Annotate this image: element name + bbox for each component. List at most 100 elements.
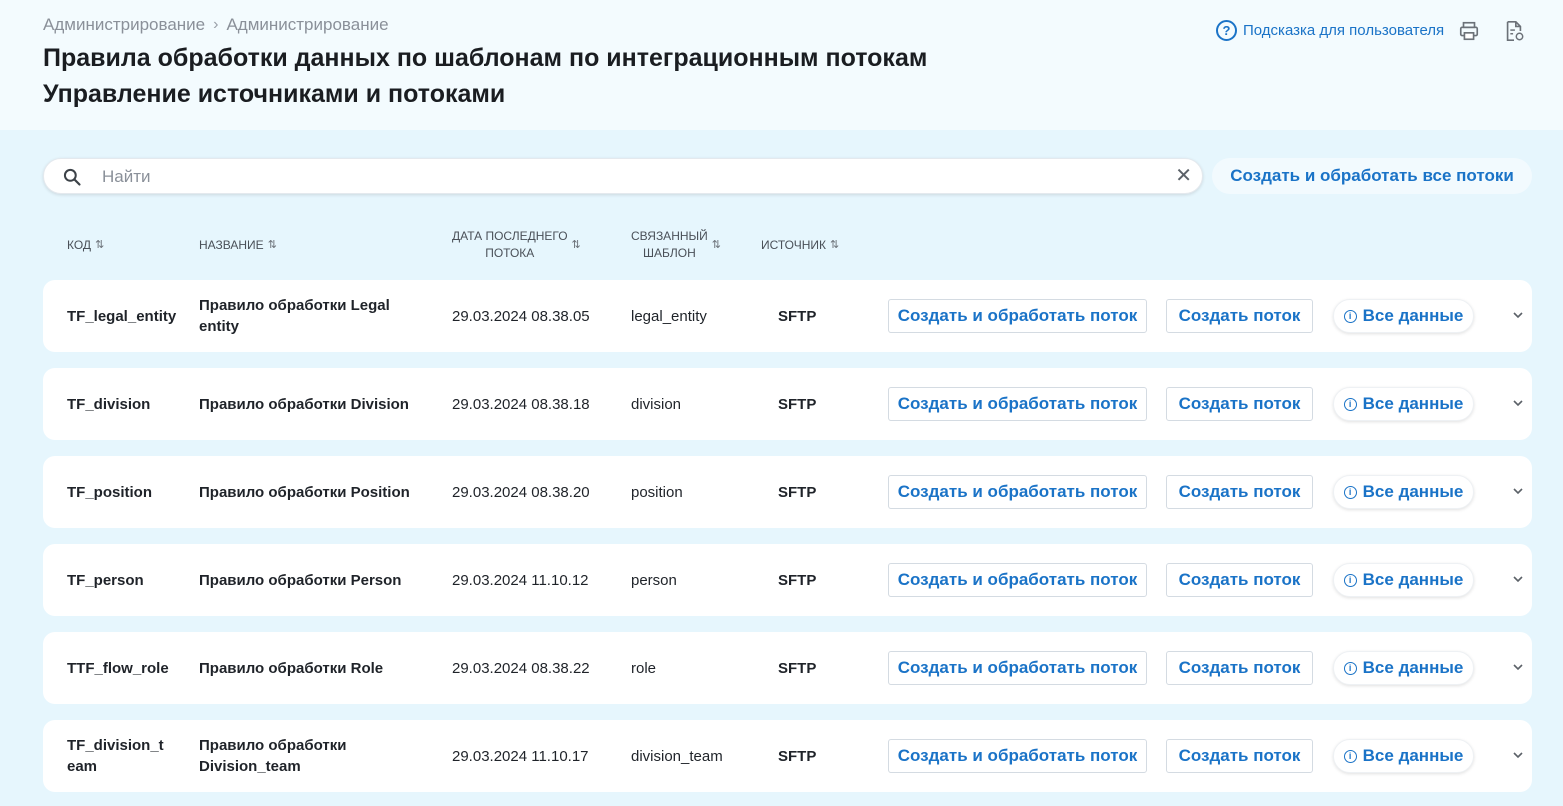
row-template: person [631, 572, 677, 589]
help-label: Подсказка для пользователя [1243, 22, 1445, 39]
row-date: 29.03.2024 08.38.18 [452, 396, 590, 413]
row-name: Правило обработки Division_team [199, 737, 347, 775]
create-process-flow-button[interactable]: Создать и обработать поток [888, 387, 1147, 421]
all-data-button[interactable]: i Все данные [1333, 299, 1474, 333]
document-refresh-icon[interactable] [1503, 20, 1525, 42]
create-process-flow-button[interactable]: Создать и обработать поток [888, 475, 1147, 509]
all-data-button[interactable]: i Все данные [1333, 739, 1474, 773]
all-data-label: Все данные [1362, 482, 1464, 501]
create-process-all-button[interactable]: Создать и обработать все потоки [1212, 158, 1532, 194]
table-row: TTF_flow_role Правило обработки Role 29.… [43, 632, 1532, 704]
table-row: TF_position Правило обработки Position 2… [43, 456, 1532, 528]
create-process-flow-button[interactable]: Создать и обработать поток [888, 739, 1147, 773]
search-input[interactable] [100, 161, 1164, 193]
row-code: TF_person [67, 572, 144, 589]
row-template: division [631, 396, 682, 413]
table-row: TF_legal_entity Правило обработки Legal … [43, 280, 1532, 352]
row-name: Правило обработки Role [199, 660, 384, 677]
row-template: legal_entity [631, 308, 707, 325]
row-source: SFTP [778, 660, 817, 677]
column-header-date[interactable]: ДАТА ПОСЛЕДНЕГО ПОТОКА ⇅ [452, 228, 581, 262]
column-header-template[interactable]: СВЯЗАННЫЙ ШАБЛОН ⇅ [631, 228, 721, 262]
row-name: Правило обработки Position [199, 484, 410, 501]
sort-icon: ⇅ [711, 238, 721, 251]
row-template: role [631, 660, 657, 677]
row-template: position [631, 484, 683, 501]
column-header-label: НАЗВАНИЕ [199, 238, 264, 252]
info-icon: i [1343, 309, 1357, 323]
create-flow-button[interactable]: Создать поток [1166, 563, 1313, 597]
all-data-button[interactable]: i Все данные [1333, 387, 1474, 421]
help-link[interactable]: ? Подсказка для пользователя [1216, 20, 1444, 41]
clear-icon[interactable]: ✕ [1175, 165, 1192, 187]
breadcrumb-item[interactable]: Администрирование [43, 15, 205, 35]
row-name: Правило обработки Person [199, 572, 402, 589]
row-name: Правило обработки Legal entity [199, 297, 390, 335]
chevron-down-icon[interactable] [1511, 396, 1525, 410]
all-data-button[interactable]: i Все данные [1333, 563, 1474, 597]
sort-icon: ⇅ [95, 239, 105, 251]
column-header-name[interactable]: НАЗВАНИЕ ⇅ [199, 237, 277, 254]
all-data-button[interactable]: i Все данные [1333, 475, 1474, 509]
page-header: Администрирование › Администрирование Пр… [0, 0, 1563, 130]
row-source: SFTP [778, 748, 817, 765]
info-icon: i [1343, 661, 1357, 675]
create-process-flow-button[interactable]: Создать и обработать поток [888, 563, 1147, 597]
column-header-code[interactable]: КОД ⇅ [67, 237, 104, 254]
create-flow-button[interactable]: Создать поток [1166, 299, 1313, 333]
row-source: SFTP [778, 308, 817, 325]
row-date: 29.03.2024 08.38.20 [452, 484, 590, 501]
info-icon: i [1343, 573, 1357, 587]
create-process-flow-button[interactable]: Создать и обработать поток [888, 651, 1147, 685]
create-flow-button[interactable]: Создать поток [1166, 475, 1313, 509]
all-data-button[interactable]: i Все данные [1333, 651, 1474, 685]
table-row: TF_division_team Правило обработки Divis… [43, 720, 1532, 792]
row-name: Правило обработки Division [199, 396, 409, 413]
column-header-source[interactable]: ИСТОЧНИК ⇅ [761, 237, 839, 254]
row-code: TF_position [67, 484, 152, 501]
row-date: 29.03.2024 08.38.05 [452, 308, 590, 325]
page-title: Правила обработки данных по шаблонам по … [43, 44, 928, 72]
chevron-down-icon[interactable] [1511, 572, 1525, 586]
info-icon: i [1343, 397, 1357, 411]
breadcrumb: Администрирование › Администрирование [43, 15, 389, 35]
column-header-label: СВЯЗАННЫЙ ШАБЛОН [631, 229, 708, 260]
print-icon[interactable] [1458, 20, 1480, 42]
row-source: SFTP [778, 572, 817, 589]
row-code: TTF_flow_role [67, 660, 169, 677]
table-row: TF_person Правило обработки Person 29.03… [43, 544, 1532, 616]
row-date: 29.03.2024 08.38.22 [452, 660, 590, 677]
column-header-label: ДАТА ПОСЛЕДНЕГО ПОТОКА [452, 229, 568, 260]
sort-icon: ⇅ [267, 239, 277, 251]
create-flow-button[interactable]: Создать поток [1166, 651, 1313, 685]
row-source: SFTP [778, 484, 817, 501]
chevron-down-icon[interactable] [1511, 484, 1525, 498]
breadcrumb-item-current[interactable]: Администрирование [226, 15, 388, 35]
row-template: division_team [631, 748, 723, 765]
calendar-sort-icon: ⇅ [571, 238, 581, 251]
table-row: TF_division Правило обработки Division 2… [43, 368, 1532, 440]
create-flow-button[interactable]: Создать поток [1166, 739, 1313, 773]
all-data-label: Все данные [1362, 746, 1464, 765]
create-flow-button[interactable]: Создать поток [1166, 387, 1313, 421]
question-circle-icon: ? [1216, 20, 1237, 41]
all-data-label: Все данные [1362, 658, 1464, 677]
all-data-label: Все данные [1362, 394, 1464, 413]
row-date: 29.03.2024 11.10.12 [452, 572, 589, 589]
info-icon: i [1343, 485, 1357, 499]
chevron-down-icon[interactable] [1511, 308, 1525, 322]
row-code: TF_division_team [67, 737, 164, 775]
page-subtitle: Управление источниками и потоками [43, 80, 506, 108]
chevron-down-icon[interactable] [1511, 660, 1525, 674]
info-icon: i [1343, 749, 1357, 763]
row-code: TF_legal_entity [67, 308, 177, 325]
row-date: 29.03.2024 11.10.17 [452, 748, 589, 765]
all-data-label: Все данные [1362, 306, 1464, 325]
create-process-flow-button[interactable]: Создать и обработать поток [888, 299, 1147, 333]
search-icon [63, 168, 81, 186]
all-data-label: Все данные [1362, 570, 1464, 589]
sort-icon: ⇅ [830, 239, 840, 251]
row-source: SFTP [778, 396, 817, 413]
chevron-down-icon[interactable] [1511, 748, 1525, 762]
row-code: TF_division [67, 396, 151, 413]
